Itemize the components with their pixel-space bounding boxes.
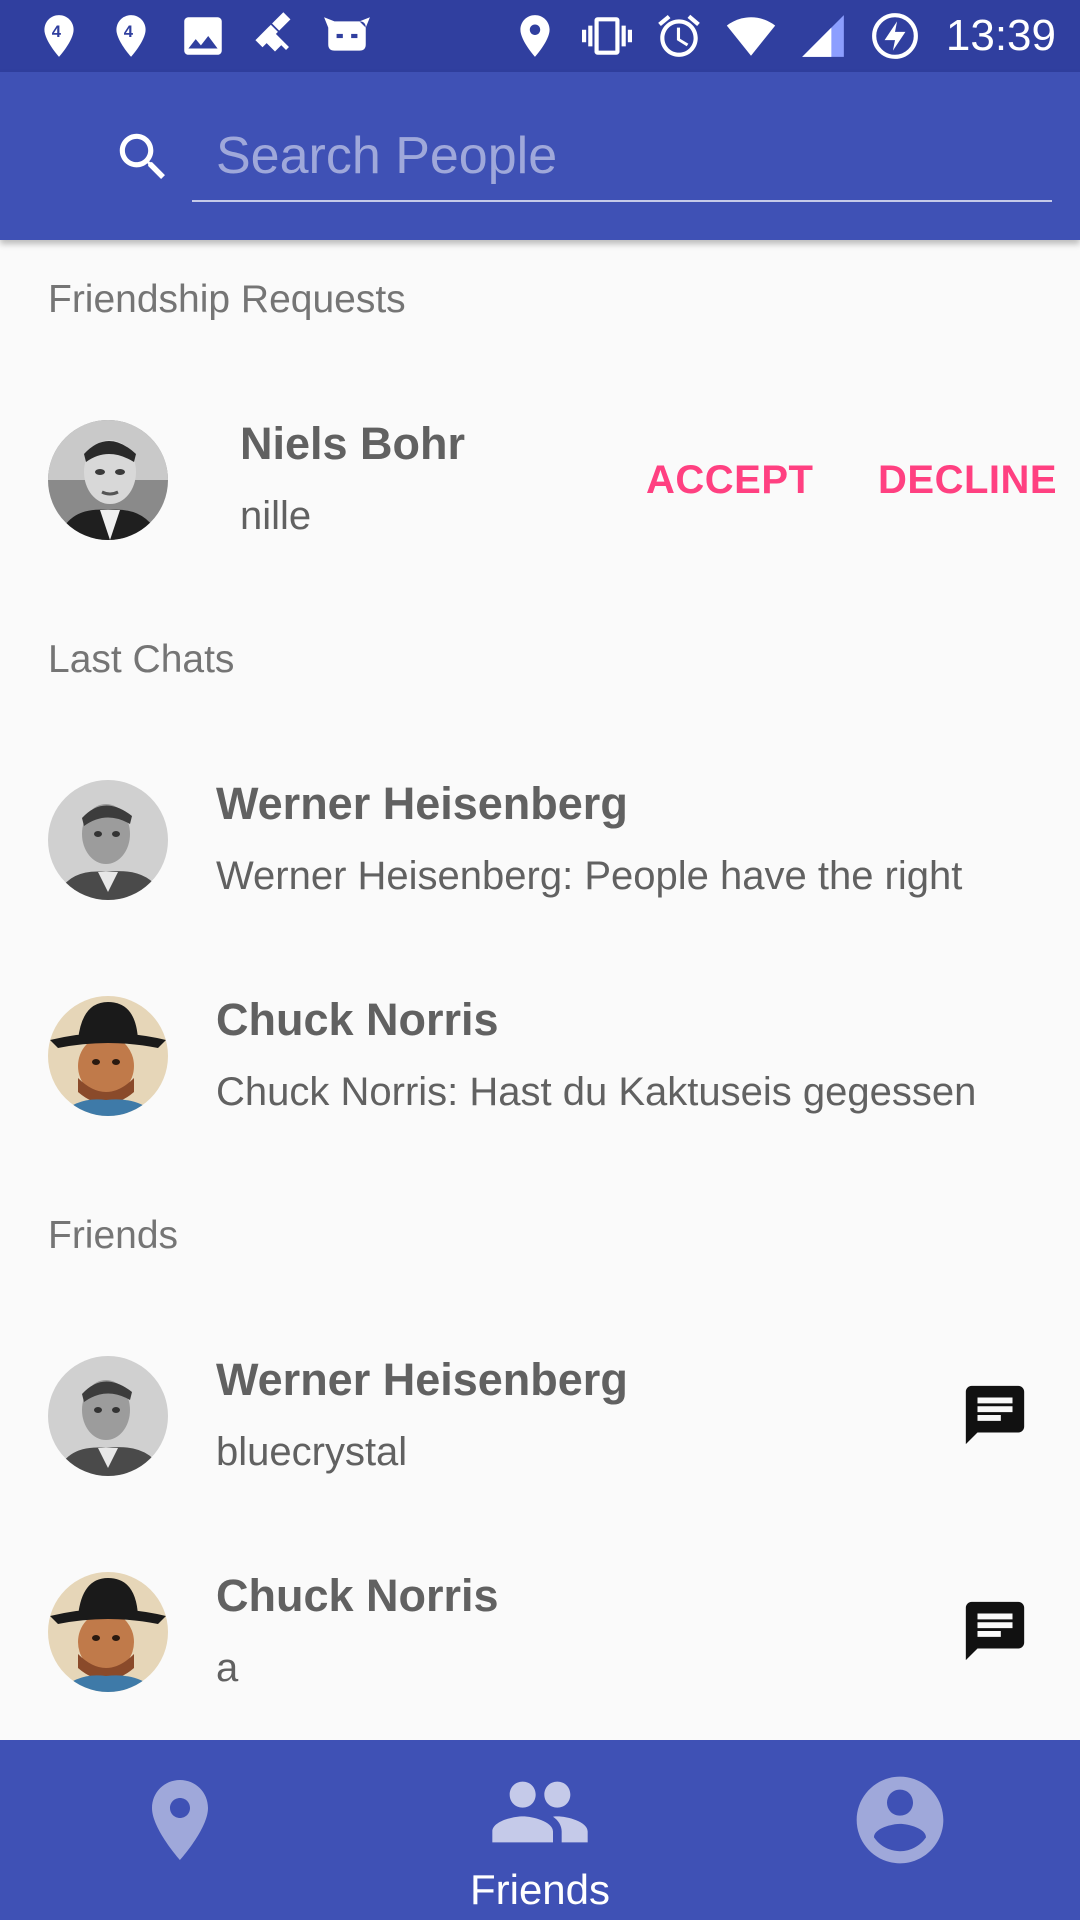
fake-gps-icon: [250, 11, 300, 61]
status-time: 13:39: [945, 11, 1056, 60]
last-message: Werner Heisenberg: People have the right: [216, 854, 963, 898]
contact-name: Werner Heisenberg: [216, 1354, 628, 1405]
contact-name: Werner Heisenberg: [216, 778, 628, 829]
map-pin-icon: [132, 1772, 228, 1868]
wifi-icon: [726, 11, 776, 61]
signal-icon: [798, 11, 848, 61]
avatar: [48, 420, 168, 540]
status-bar: 4 4 13:39: [0, 0, 1080, 72]
app-bar: [0, 72, 1080, 240]
avatar: [48, 996, 168, 1116]
friend-request-row[interactable]: Niels Bohr nille ACCEPT DECLINE: [0, 400, 1080, 560]
friend-row[interactable]: Chuck Norris a: [0, 1552, 1080, 1712]
4g-location-icon: 4: [106, 11, 156, 61]
bottom-navigation: Friends: [0, 1740, 1080, 1920]
battery-charging-icon: [870, 11, 920, 61]
contact-username: a: [216, 1646, 239, 1690]
nav-item-map[interactable]: [0, 1740, 360, 1920]
contact-username: bluecrystal: [216, 1430, 408, 1474]
location-icon: [510, 11, 560, 61]
nav-item-friends[interactable]: Friends: [360, 1740, 720, 1920]
contact-name: Niels Bohr: [240, 418, 466, 469]
accept-button[interactable]: ACCEPT: [646, 458, 813, 503]
nav-item-account[interactable]: [720, 1740, 1080, 1920]
search-input[interactable]: [192, 112, 1052, 202]
vibrate-icon: [581, 11, 632, 61]
avatar: [48, 1356, 168, 1476]
chat-row[interactable]: Werner Heisenberg Werner Heisenberg: Peo…: [0, 760, 1080, 920]
chat-icon[interactable]: [960, 1596, 1030, 1666]
section-header-friends: Friends: [48, 1214, 179, 1257]
chat-icon[interactable]: [960, 1380, 1030, 1450]
svg-text:4: 4: [124, 22, 134, 41]
search-icon[interactable]: [112, 126, 174, 188]
account-icon: [848, 1768, 952, 1872]
chat-row[interactable]: Chuck Norris Chuck Norris: Hast du Kaktu…: [0, 976, 1080, 1136]
cyanogen-icon: [322, 11, 372, 61]
decline-button[interactable]: DECLINE: [878, 458, 1057, 503]
nav-label-friends: Friends: [469, 1866, 611, 1913]
contact-name: Chuck Norris: [216, 994, 499, 1045]
friend-row[interactable]: Werner Heisenberg bluecrystal: [0, 1336, 1080, 1496]
avatar: [48, 780, 168, 900]
last-message: Chuck Norris: Hast du Kaktuseis gegessen: [216, 1070, 977, 1114]
avatar: [48, 1572, 168, 1692]
alarm-icon: [654, 11, 704, 61]
section-header-last-chats: Last Chats: [48, 638, 235, 681]
people-icon: [488, 1760, 592, 1864]
contact-name: Chuck Norris: [216, 1570, 499, 1621]
section-header-friendship-requests: Friendship Requests: [48, 278, 406, 321]
image-icon: [178, 11, 228, 61]
4g-location-icon: 4: [34, 11, 84, 61]
contact-username: nille: [240, 494, 312, 538]
svg-text:4: 4: [52, 22, 62, 41]
